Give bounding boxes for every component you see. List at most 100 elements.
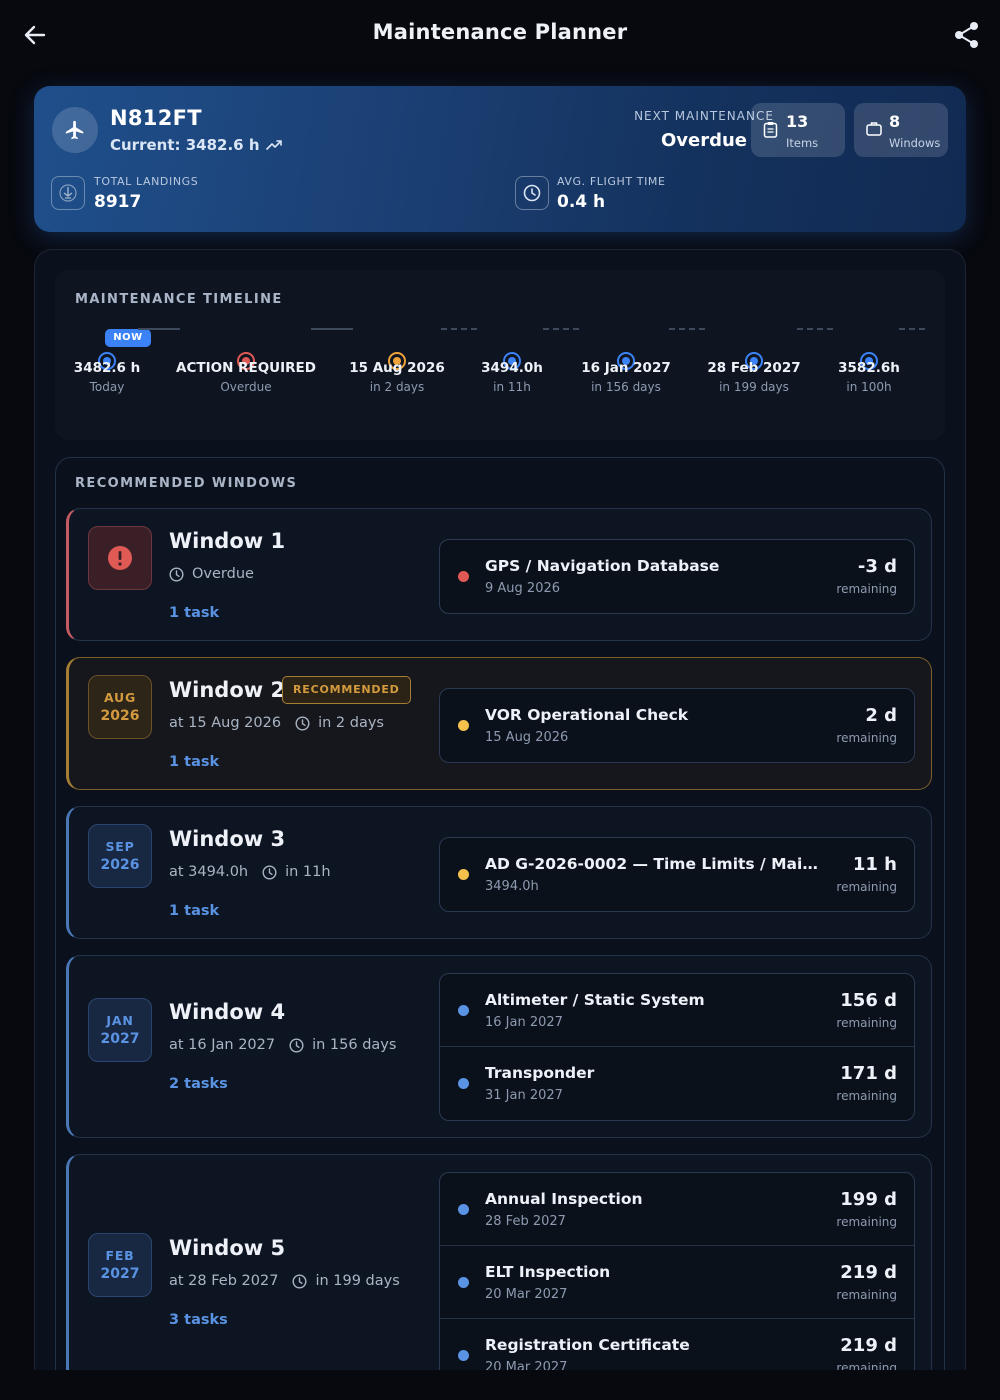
window-badge: SEP 2026 [88, 824, 152, 888]
windows-pill[interactable]: 8 Windows [854, 103, 948, 157]
plane-avatar [52, 107, 98, 153]
window-date: at 16 Jan 2027 [169, 1037, 276, 1053]
avg-flight-value: 0.4 h [557, 192, 606, 212]
window-relative: in 11h [285, 864, 331, 880]
timeline-item[interactable]: 3482.6 h Today [35, 360, 187, 394]
window-relative: in 2 days [318, 715, 384, 731]
window-tasks-link[interactable]: 1 task [169, 605, 219, 621]
task-remaining: 171 d [840, 1063, 897, 1084]
window-relative: in 156 days [312, 1037, 397, 1053]
timeline-item-sub: in 100h [846, 380, 892, 394]
aircraft-registration: N812FT [110, 106, 202, 130]
window-title: Window 2 [169, 678, 286, 702]
main-panel: MAINTENANCE TIMELINE NOW 3482.6 h Today … [34, 249, 966, 1400]
window-subtitle: at 28 Feb 2027 in 199 days [169, 1273, 400, 1289]
task-row[interactable]: ELT Inspection 20 Mar 2027 219 d remaini… [440, 1246, 914, 1319]
total-landings-value: 8917 [94, 192, 142, 212]
items-count: 13 [786, 112, 809, 131]
task-remaining: 2 d [865, 705, 897, 726]
window-card-3[interactable]: SEP 2026 Window 3 at 3494.0h in 11h 1 ta… [66, 806, 932, 939]
window-title: Window 4 [169, 1000, 286, 1024]
window-tasks-link[interactable]: 1 task [169, 903, 219, 919]
task-row[interactable]: GPS / Navigation Database 9 Aug 2026 -3 … [440, 540, 914, 613]
task-row[interactable]: Transponder 31 Jan 2027 171 d remaining [440, 1047, 914, 1120]
total-landings-label: TOTAL LANDINGS [94, 175, 199, 188]
window-badge: JAN 2027 [88, 998, 152, 1062]
timeline-segment [543, 328, 579, 330]
task-remaining: 219 d [840, 1262, 897, 1283]
task-remaining-label: remaining [836, 1089, 897, 1103]
badge-month: FEB [105, 1248, 135, 1263]
clock-icon [169, 566, 184, 582]
badge-month: AUG [103, 690, 137, 705]
clock-icon [515, 176, 549, 210]
window-subtitle: Overdue [169, 566, 254, 582]
window-date: at 3494.0h [169, 864, 249, 880]
items-pill[interactable]: 13 Items [751, 103, 845, 157]
trend-up-icon [265, 140, 282, 150]
status-dot [458, 571, 469, 582]
window-card-4[interactable]: JAN 2027 Window 4 at 16 Jan 2027 in 156 … [66, 955, 932, 1138]
task-list: GPS / Navigation Database 9 Aug 2026 -3 … [439, 539, 915, 614]
status-dot [458, 1005, 469, 1016]
window-subtitle: at 16 Jan 2027 in 156 days [169, 1037, 396, 1053]
task-row[interactable]: Annual Inspection 28 Feb 2027 199 d rema… [440, 1173, 914, 1246]
timeline-segment [797, 328, 833, 330]
landing-icon [51, 176, 85, 210]
aircraft-summary-card: N812FT Current: 3482.6 h TOTAL LANDINGS … [34, 86, 966, 232]
status-dot [458, 1277, 469, 1288]
window-card-2[interactable]: AUG 2026 Window 2 RECOMMENDED at 15 Aug … [66, 657, 932, 790]
timeline-item[interactable]: 3582.6h in 100h [789, 360, 949, 394]
task-remaining: 156 d [840, 990, 897, 1011]
badge-month: SEP [105, 839, 135, 854]
task-remaining-label: remaining [836, 731, 897, 745]
task-row[interactable]: AD G-2026-0002 — Time Limits / Maint... … [440, 838, 914, 911]
status-dot [458, 1350, 469, 1361]
status-dot [458, 1078, 469, 1089]
window-card-1[interactable]: Window 1 Overdue 1 task GPS / Navigation… [66, 508, 932, 641]
task-date: 9 Aug 2026 [485, 581, 561, 596]
window-tasks-link[interactable]: 1 task [169, 754, 219, 770]
share-button[interactable] [952, 20, 982, 50]
task-name: AD G-2026-0002 — Time Limits / Maint... [485, 855, 825, 873]
status-dot [458, 869, 469, 880]
task-row[interactable]: Altimeter / Static System 16 Jan 2027 15… [440, 974, 914, 1047]
window-relative: in 199 days [315, 1273, 400, 1289]
clock-icon [292, 1273, 307, 1289]
top-bar: Maintenance Planner [0, 0, 1000, 70]
current-hours: Current: 3482.6 h [110, 136, 282, 154]
share-icon [955, 22, 978, 48]
task-row[interactable]: VOR Operational Check 15 Aug 2026 2 d re… [440, 689, 914, 762]
badge-year: 2026 [100, 708, 140, 724]
task-remaining-label: remaining [836, 1288, 897, 1302]
task-name: ELT Inspection [485, 1263, 611, 1281]
window-tasks-link[interactable]: 3 tasks [169, 1312, 228, 1328]
timeline-item-main: 3582.6h [838, 360, 900, 376]
badge-year: 2027 [100, 1031, 140, 1047]
window-card-5[interactable]: FEB 2027 Window 5 at 28 Feb 2027 in 199 … [66, 1154, 932, 1400]
clock-icon [262, 864, 277, 880]
window-date: at 15 Aug 2026 [169, 715, 282, 731]
task-remaining-label: remaining [836, 582, 897, 596]
items-label: Items [786, 136, 819, 150]
now-badge: NOW [105, 329, 151, 347]
task-date: 16 Jan 2027 [485, 1015, 563, 1030]
window-status: Overdue [192, 566, 254, 582]
window-tasks-link[interactable]: 2 tasks [169, 1076, 228, 1092]
briefcase-icon [866, 122, 882, 136]
avg-flight-label: AVG. FLIGHT TIME [557, 175, 666, 188]
clipboard-icon [763, 122, 778, 138]
status-dot [458, 1204, 469, 1215]
timeline-item[interactable]: ACTION REQUIRED Overdue [166, 360, 326, 394]
timeline-segment [311, 328, 353, 330]
recommended-tag: RECOMMENDED [282, 676, 411, 704]
task-remaining: -3 d [857, 556, 897, 577]
task-list: VOR Operational Check 15 Aug 2026 2 d re… [439, 688, 915, 763]
task-remaining: 11 h [852, 854, 897, 875]
task-date: 28 Feb 2027 [485, 1214, 566, 1229]
badge-year: 2027 [100, 1266, 140, 1282]
status-dot [458, 720, 469, 731]
timeline-label: MAINTENANCE TIMELINE [75, 292, 283, 307]
task-name: Transponder [485, 1064, 595, 1082]
window-badge: FEB 2027 [88, 1233, 152, 1297]
